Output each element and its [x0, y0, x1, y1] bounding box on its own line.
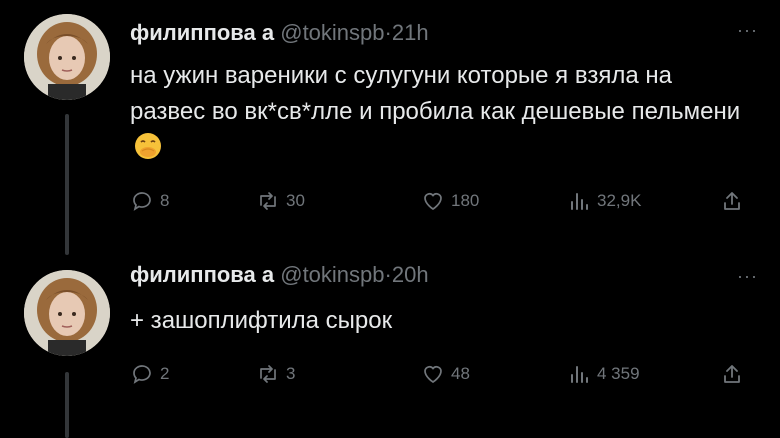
- tweet-2[interactable]: филиппова а @tokinspb·20h ··· + зашоплиф…: [0, 255, 780, 438]
- thread-line: [65, 114, 69, 255]
- heart-icon: [424, 193, 442, 211]
- reply-count: 8: [160, 191, 170, 210]
- avatar-image: [24, 270, 110, 356]
- face-with-hand-over-mouth-icon: [135, 133, 161, 159]
- avatar[interactable]: [24, 14, 110, 100]
- reply-icon: [133, 192, 151, 211]
- share-button[interactable]: [720, 359, 750, 389]
- separator-dot: ·: [384, 262, 392, 287]
- tweet-1[interactable]: филиппова а @tokinspb·21h ··· на ужин ва…: [0, 0, 780, 255]
- share-icon: [724, 365, 740, 383]
- thread-line: [65, 372, 69, 438]
- tweet-text: + зашоплифтила сырок: [130, 303, 750, 339]
- repost-icon: [260, 192, 276, 210]
- reply-button[interactable]: 2: [130, 359, 169, 389]
- like-count: 48: [451, 364, 470, 383]
- reply-count: 2: [160, 364, 170, 383]
- tweet-header: филиппова а @tokinspb·21h: [130, 20, 429, 46]
- tweet-text: на ужин вареники с сулугуни которые я вз…: [130, 58, 750, 166]
- author-handle[interactable]: @tokinspb: [280, 262, 384, 287]
- views-chart-icon: [571, 366, 588, 383]
- like-button[interactable]: 180: [421, 186, 479, 216]
- avatar-image: [24, 14, 110, 100]
- author-name[interactable]: филиппова а: [130, 20, 274, 45]
- views-button[interactable]: 4 359: [567, 359, 640, 389]
- views-count: 32,9K: [597, 191, 642, 210]
- author-name[interactable]: филиппова а: [130, 262, 274, 287]
- reply-button[interactable]: 8: [130, 186, 169, 216]
- repost-button[interactable]: 30: [256, 186, 305, 216]
- repost-count: 3: [286, 364, 296, 383]
- tweet-actions: 8 30 180 32,9K: [130, 186, 760, 216]
- timestamp[interactable]: 21h: [392, 20, 429, 45]
- timestamp[interactable]: 20h: [392, 262, 429, 287]
- views-count: 4 359: [597, 364, 640, 383]
- tweet-header: филиппова а @tokinspb·20h: [130, 262, 429, 288]
- repost-button[interactable]: 3: [256, 359, 295, 389]
- repost-count: 30: [286, 191, 305, 210]
- heart-icon: [424, 366, 442, 384]
- views-button[interactable]: 32,9K: [567, 186, 641, 216]
- separator-dot: ·: [384, 20, 392, 45]
- repost-icon: [260, 365, 276, 383]
- author-handle[interactable]: @tokinspb: [280, 20, 384, 45]
- views-chart-icon: [571, 193, 588, 210]
- tweet-text-content: на ужин вареники с сулугуни которые я вз…: [130, 62, 741, 125]
- avatar[interactable]: [24, 270, 110, 356]
- tweet-actions: 2 3 48 4 359: [130, 359, 760, 389]
- reply-icon: [133, 365, 151, 384]
- share-icon: [724, 192, 740, 210]
- more-options-icon[interactable]: ···: [737, 266, 758, 287]
- tweet-text-content: + зашоплифтила сырок: [130, 307, 393, 334]
- share-button[interactable]: [720, 186, 750, 216]
- more-options-icon[interactable]: ···: [737, 20, 758, 41]
- like-button[interactable]: 48: [421, 359, 470, 389]
- like-count: 180: [451, 191, 480, 210]
